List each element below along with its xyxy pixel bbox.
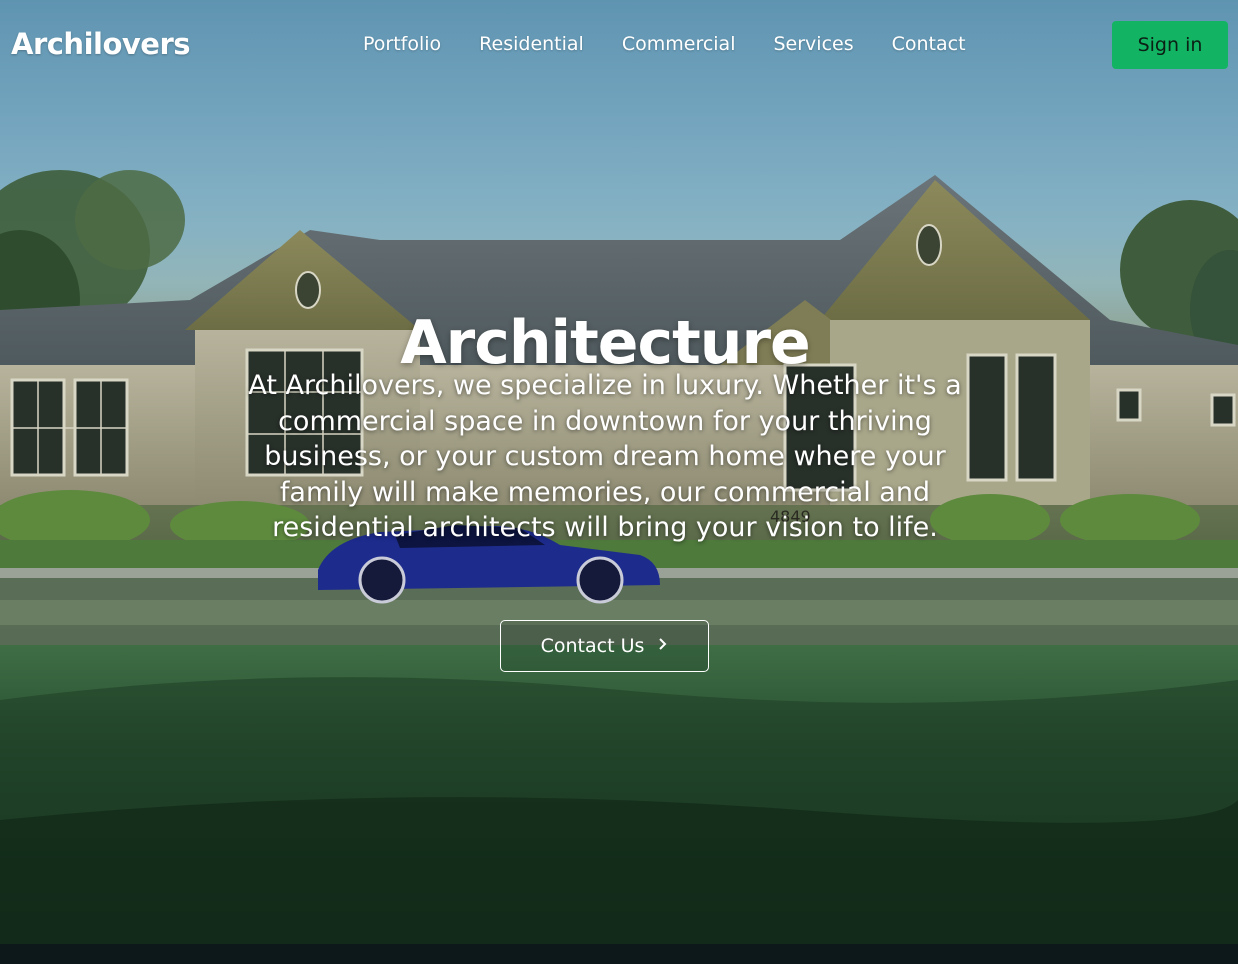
nav-links: Portfolio Residential Commercial Service… bbox=[363, 33, 966, 55]
footer-strip bbox=[0, 944, 1238, 964]
nav-link-residential[interactable]: Residential bbox=[479, 33, 584, 55]
contact-us-button[interactable]: Contact Us bbox=[500, 620, 709, 672]
chevron-right-icon bbox=[658, 637, 668, 655]
brand-logo[interactable]: Archilovers bbox=[11, 27, 191, 61]
nav-link-commercial[interactable]: Commercial bbox=[622, 33, 736, 55]
nav-link-services[interactable]: Services bbox=[773, 33, 853, 55]
contact-us-label: Contact Us bbox=[540, 635, 645, 657]
top-navbar: Archilovers Portfolio Residential Commer… bbox=[0, 0, 1238, 90]
sign-in-button[interactable]: Sign in bbox=[1112, 21, 1228, 69]
nav-link-contact[interactable]: Contact bbox=[892, 33, 966, 55]
hero-description: At Archilovers, we specialize in luxury.… bbox=[248, 370, 962, 543]
nav-link-portfolio[interactable]: Portfolio bbox=[363, 33, 441, 55]
